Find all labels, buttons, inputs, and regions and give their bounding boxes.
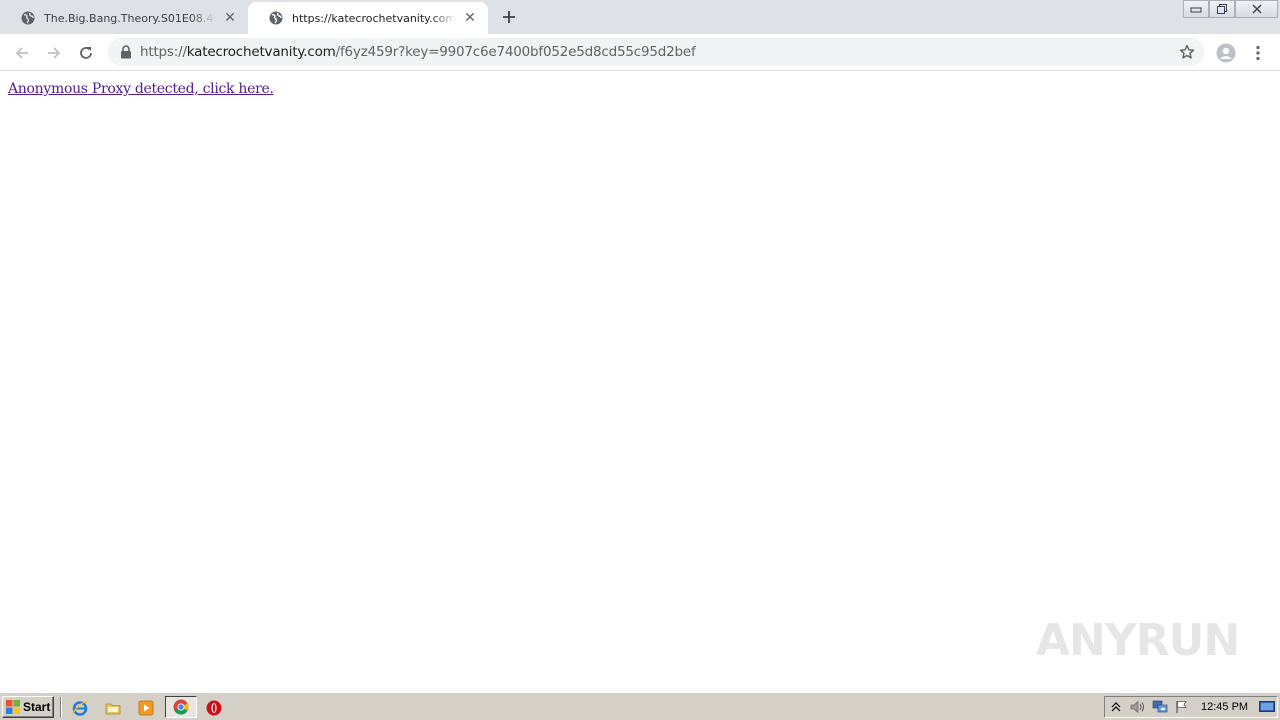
watermark-text-right: RUN [1135,614,1240,666]
tab-close-icon[interactable]: ✕ [462,10,478,26]
address-bar[interactable]: https://katecrochetvanity.com/f6yz459r?k… [108,38,1204,66]
arrow-right-icon [48,47,61,59]
taskbar-separator [60,697,62,717]
url-scheme: https:// [140,44,187,60]
proxy-detected-link[interactable]: Anonymous Proxy detected, click here. [8,81,274,97]
minimize-button[interactable] [1183,0,1209,18]
ie-icon [72,701,88,716]
folder-icon [105,703,121,715]
restore-icon [1217,4,1227,14]
plus-icon [503,11,515,23]
reload-button[interactable] [72,39,100,67]
opera-launch-button[interactable] [204,698,224,718]
taskbar: Start 12:45 PM [0,692,1280,720]
page-content: Anonymous Proxy detected, click here. [0,72,1280,692]
flag-icon[interactable] [1171,697,1193,717]
minimize-icon [1190,7,1202,13]
arrow-left-icon [15,47,28,59]
profile-button[interactable] [1212,39,1240,67]
browser-toolbar: https://katecrochetvanity.com/f6yz459r?k… [0,34,1280,71]
tab-title: https://katecrochetvanity.com/f6yz [292,11,456,25]
chrome-icon [173,699,189,715]
bookmark-star-button[interactable] [1178,43,1196,61]
new-tab-button[interactable] [496,6,522,28]
tab-title: The.Big.Bang.Theory.S01E08.480p [44,11,216,25]
clock[interactable]: 12:45 PM [1201,701,1248,713]
tab-big-bang-theory[interactable]: The.Big.Bang.Theory.S01E08.480p ✕ [0,2,248,34]
start-button[interactable]: Start [2,696,54,718]
globe-icon [20,10,36,26]
globe-icon [268,10,284,26]
profile-icon [1216,43,1236,63]
windows-logo-icon [6,700,20,714]
reload-icon [80,47,92,59]
volume-icon[interactable] [1127,697,1149,717]
start-label: Start [23,700,51,714]
star-icon [1179,44,1195,59]
show-desktop-icon[interactable] [1259,700,1275,714]
tab-close-icon[interactable]: ✕ [222,10,238,26]
tray-arrow-icon[interactable] [1105,697,1127,717]
close-window-button[interactable] [1235,0,1278,18]
tab-katecrochetvanity[interactable]: https://katecrochetvanity.com/f6yz ✕ [248,2,488,34]
lock-icon[interactable] [118,44,134,60]
kebab-menu-icon [1256,45,1260,61]
watermark-text-left: ANY [1036,614,1137,666]
explorer-launch-button[interactable] [103,698,123,718]
restore-button[interactable] [1209,0,1235,18]
anyrun-watermark: ANY RUN [1036,606,1240,674]
tab-strip: The.Big.Bang.Theory.S01E08.480p ✕ https:… [0,0,1280,34]
url-host: katecrochetvanity.com [186,44,336,60]
ie-launch-button[interactable] [70,698,90,718]
close-icon [1252,4,1261,14]
media-player-launch-button[interactable] [136,698,156,718]
back-button[interactable] [8,39,36,67]
media-player-icon [138,700,154,716]
chrome-taskbar-button[interactable] [165,696,197,718]
url-path: /f6yz459r?key=9907c6e7400bf052e5d8cd55c9… [335,44,696,60]
network-icon[interactable] [1149,697,1171,717]
opera-icon [206,700,222,716]
menu-button[interactable] [1244,39,1272,67]
forward-button[interactable] [40,39,68,67]
window-controls [1183,0,1278,18]
url-text: https://katecrochetvanity.com/f6yz459r?k… [140,44,696,60]
system-tray: 12:45 PM [1104,696,1278,718]
